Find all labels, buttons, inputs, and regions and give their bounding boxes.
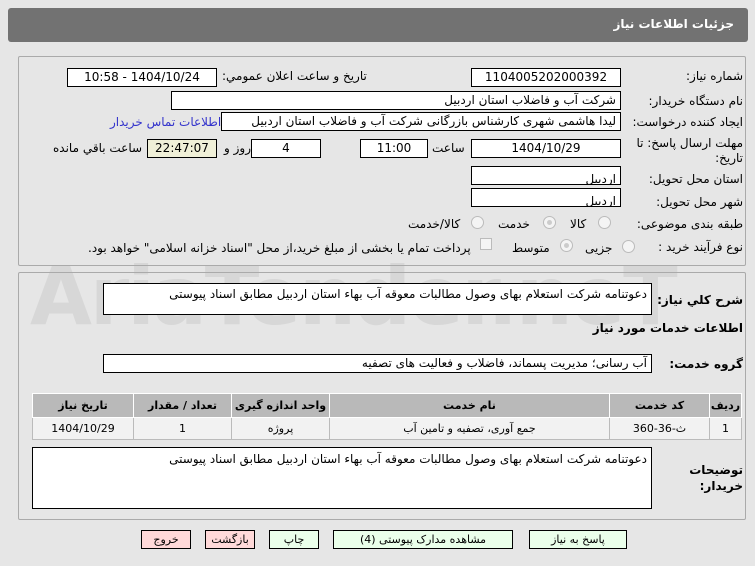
creator-field: لیدا هاشمی شهری کارشناس بازرگانی شرکت آب… (221, 112, 621, 131)
category-goods-label: کالا (570, 217, 587, 231)
category-service-label: خدمت (498, 217, 530, 231)
buyer-notes-label: توضیحات خریدار: (689, 463, 743, 493)
col-quantity: تعداد / مقدار (133, 393, 232, 418)
process-medium-label: متوسط (512, 241, 550, 255)
cell-service-name: جمع آوری، تصفیه و تامین آب (329, 417, 610, 440)
need-number-field: 1104005202000392 (471, 68, 621, 87)
print-button[interactable]: چاپ (269, 530, 319, 549)
cell-quantity: 1 (133, 417, 232, 440)
exit-button[interactable]: خروج (141, 530, 191, 549)
col-service-name: نام خدمت (329, 393, 610, 418)
reply-button[interactable]: پاسخ به نیاز (529, 530, 627, 549)
deadline-time-field: 11:00 (360, 139, 428, 158)
category-goods-radio[interactable] (598, 216, 611, 229)
view-attachments-button[interactable]: مشاهده مدارک پیوستی (4) (333, 530, 513, 549)
cell-need-date: 1404/10/29 (32, 417, 134, 440)
col-row: ردیف (709, 393, 742, 418)
col-need-date: تاریخ نیاز (32, 393, 134, 418)
process-minor-radio[interactable] (622, 240, 635, 253)
announce-label: تاریخ و ساعت اعلان عمومي: (222, 69, 367, 83)
cell-row: 1 (709, 417, 742, 440)
table-row: 1 ث-36-360 جمع آوری، تصفیه و تامین آب پر… (32, 417, 742, 440)
province-field: اردبیل (471, 166, 621, 185)
buyer-field: شرکت آب و فاضلاب استان اردبیل (171, 91, 621, 110)
payment-note: پرداخت تمام یا بخشی از مبلغ خرید،از محل … (88, 241, 471, 255)
description-textarea[interactable]: دعوتنامه شرکت استعلام بهای وصول مطالبات … (103, 283, 652, 315)
days-field: 4 (251, 139, 321, 158)
remaining-label: ساعت باقي مانده (53, 141, 143, 155)
services-section-title: اطلاعات خدمات مورد نیاز (592, 321, 743, 335)
creator-label: ایجاد کننده درخواست: (632, 115, 743, 129)
announce-field: 1404/10/24 - 10:58 (67, 68, 217, 87)
province-label: استان محل تحویل: (648, 172, 743, 186)
process-medium-radio[interactable] (560, 239, 573, 252)
need-number-label: شماره نیاز: (686, 69, 743, 83)
category-service-radio[interactable] (543, 216, 556, 229)
page-header: جزئیات اطلاعات نیاز (8, 8, 748, 42)
remaining-time-field: 22:47:07 (147, 139, 217, 158)
deadline-date-field: 1404/10/29 (471, 139, 621, 158)
time-label: ساعت (432, 141, 465, 155)
city-label: شهر محل تحویل: (656, 195, 743, 209)
days-label: روز و (224, 141, 251, 155)
col-unit: واحد اندازه گیری (231, 393, 330, 418)
services-table: ردیف کد خدمت نام خدمت واحد اندازه گیری ت… (32, 393, 742, 440)
back-button[interactable]: بازگشت (205, 530, 255, 549)
service-group-label: گروه خدمت: (669, 357, 743, 371)
treasury-payment-checkbox[interactable] (480, 238, 492, 250)
service-group-field: آب رسانی؛ مدیریت پسماند، فاضلاب و فعالیت… (103, 354, 652, 373)
page-title: جزئیات اطلاعات نیاز (613, 17, 734, 31)
process-label: نوع فرآیند خرید : (658, 240, 743, 254)
cell-unit: پروژه (231, 417, 330, 440)
category-both-label: کالا/خدمت (408, 217, 461, 231)
buyer-notes-textarea[interactable]: دعوتنامه شرکت استعلام بهای وصول مطالبات … (32, 447, 652, 509)
cell-service-code: ث-36-360 (609, 417, 710, 440)
col-service-code: کد خدمت (609, 393, 710, 418)
deadline-label: مهلت ارسال پاسخ: تا تاریخ: (636, 136, 743, 165)
process-minor-label: جزیی (585, 241, 613, 255)
city-field: اردبیل (471, 188, 621, 207)
description-label: شرح کلي نیاز: (657, 293, 743, 307)
category-label: طبقه بندی موضوعی: (636, 217, 743, 231)
category-both-radio[interactable] (471, 216, 484, 229)
contact-buyer-link[interactable]: اطلاعات تماس خریدار (110, 115, 221, 129)
buyer-label: نام دستگاه خریدار: (648, 94, 744, 108)
